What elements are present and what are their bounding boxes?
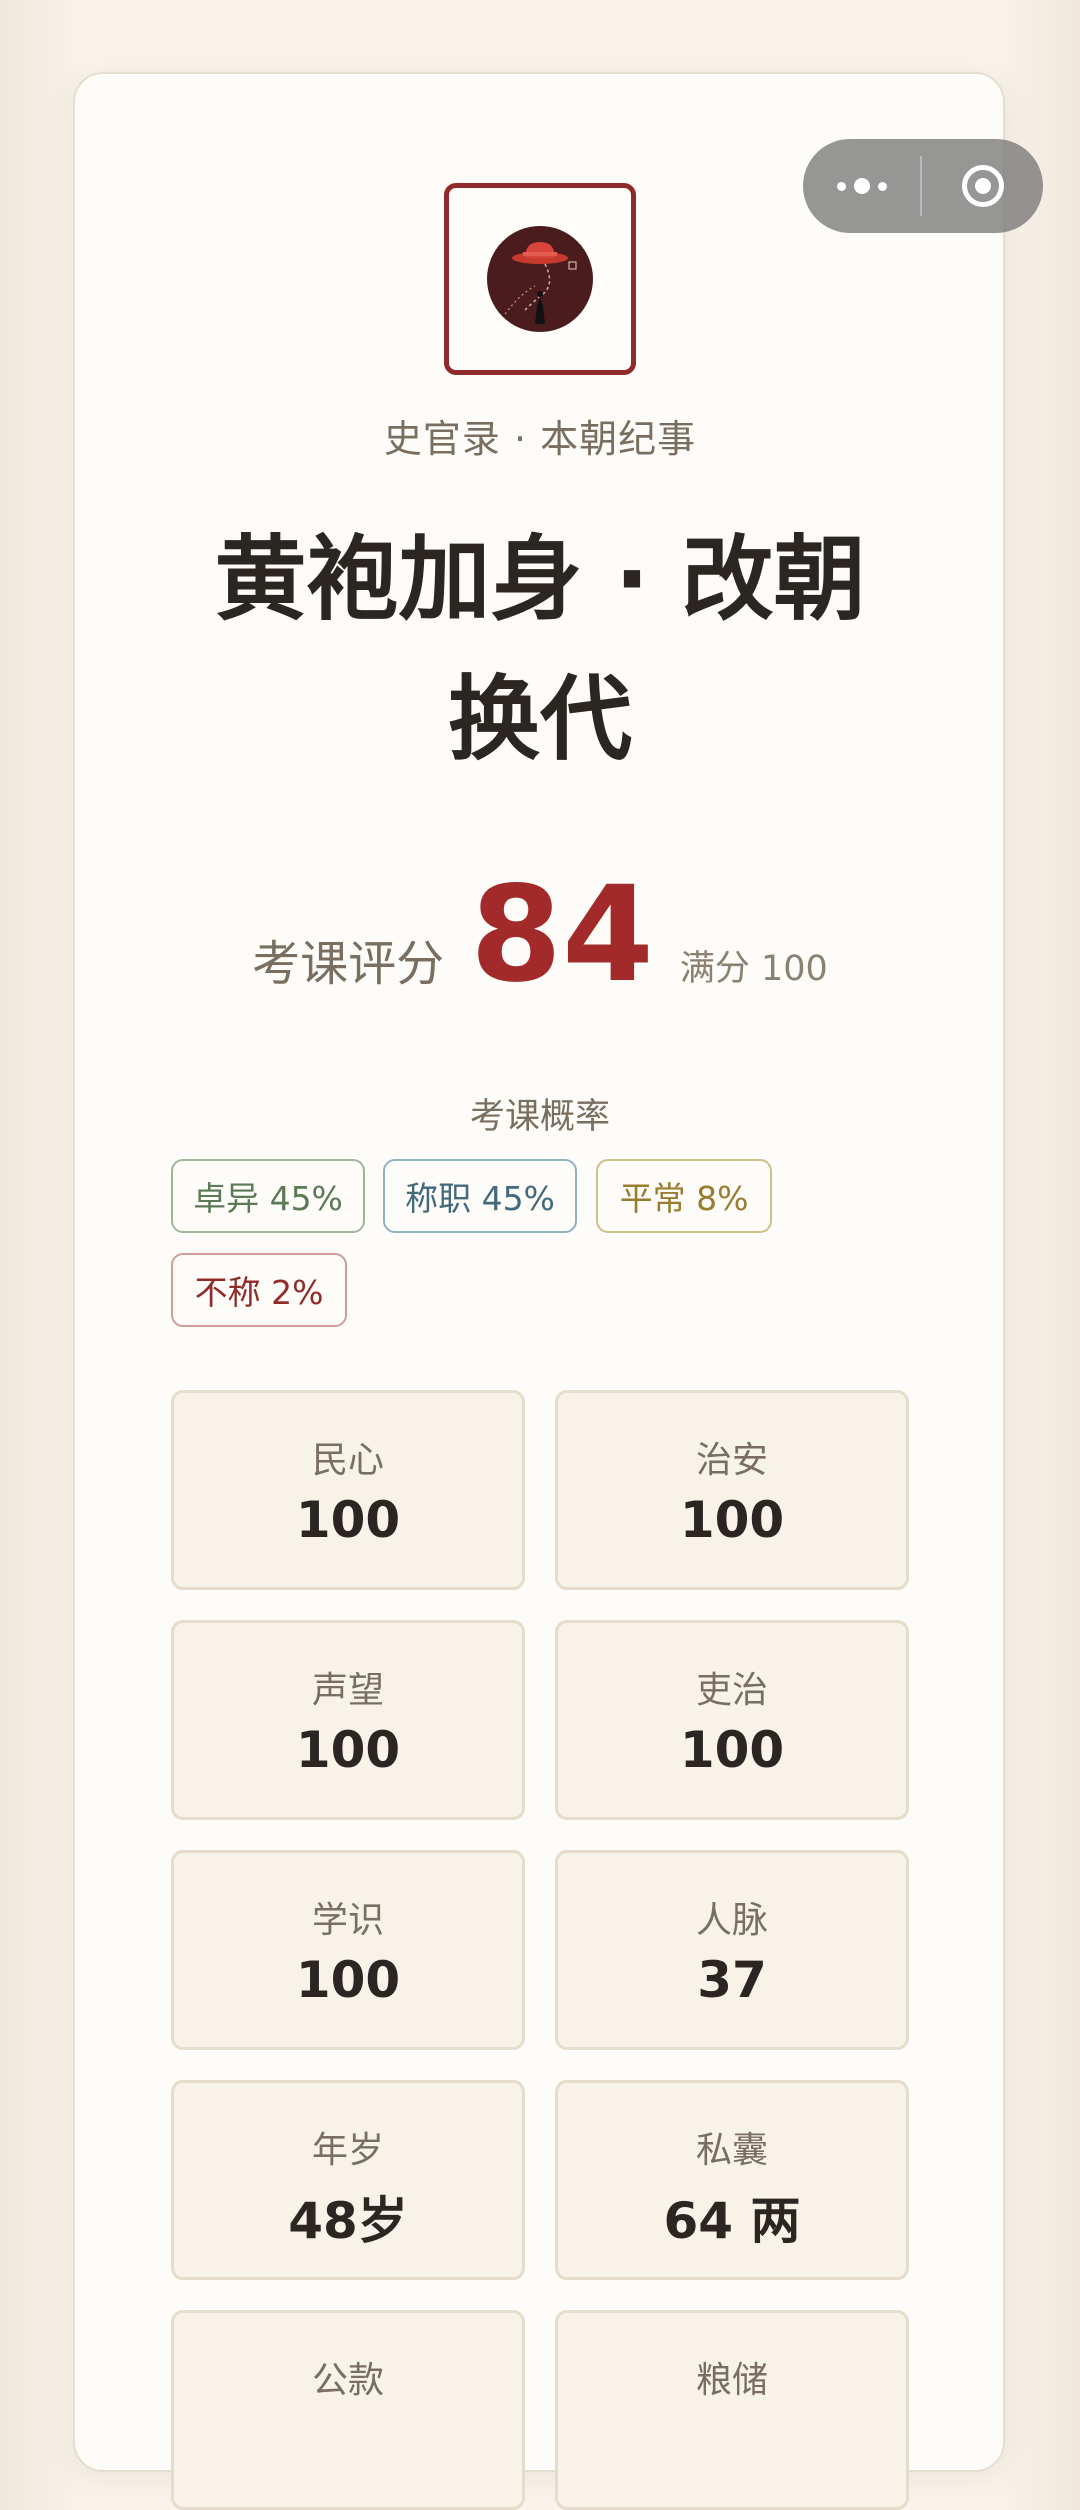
- stat-value: 37: [697, 1951, 767, 2009]
- stat-label: 公款: [311, 2360, 384, 2401]
- probability-title: 考课概率: [469, 1097, 610, 1137]
- stat-label: 吏治: [695, 1670, 768, 1711]
- hat-emblem-logo: [487, 226, 593, 332]
- more-dots-icon[interactable]: [803, 139, 920, 233]
- stat-label: 治安: [695, 1440, 768, 1481]
- stat-label: 民心: [311, 1440, 384, 1481]
- stat-card-private-purse: 私囊 64 两: [555, 2080, 909, 2280]
- stat-value: 100: [295, 1721, 401, 1779]
- probability-tag-unfit: 不称 2%: [171, 1253, 347, 1327]
- stat-value: 100: [679, 1721, 785, 1779]
- page-title: 黄袍加身 · 改朝换代: [214, 526, 866, 773]
- stat-label: 人脉: [695, 1900, 768, 1941]
- chronicle-subtitle: 史官录 · 本朝纪事: [383, 417, 697, 461]
- stat-card-grain-reserve: 粮储: [555, 2310, 909, 2510]
- stat-label: 粮储: [695, 2360, 768, 2401]
- probability-tag-competent: 称职 45%: [383, 1159, 577, 1233]
- score-label: 考课评分: [252, 936, 445, 992]
- stat-card-connections: 人脉 37: [555, 1850, 909, 2050]
- probability-tag-excellent: 卓异 45%: [171, 1159, 365, 1233]
- stat-card-age: 年岁 48岁: [171, 2080, 525, 2280]
- close-target-icon[interactable]: [922, 139, 1043, 233]
- stat-value: 100: [295, 1951, 401, 2009]
- stat-label: 声望: [311, 1670, 384, 1711]
- stat-label: 私囊: [695, 2130, 768, 2171]
- stat-value: 100: [295, 1491, 401, 1549]
- miniprogram-capsule: [803, 139, 1043, 233]
- stat-value: 100: [679, 1491, 785, 1549]
- stat-value: 48岁: [288, 2192, 408, 2250]
- stat-label: 学识: [311, 1900, 384, 1941]
- stat-card-reputation: 声望 100: [171, 1620, 525, 1820]
- score-value: 84: [470, 858, 654, 1012]
- stat-card-public-order: 治安 100: [555, 1390, 909, 1590]
- stat-card-public-funds: 公款: [171, 2310, 525, 2510]
- stat-card-learning: 学识 100: [171, 1850, 525, 2050]
- stat-label: 年岁: [311, 2130, 384, 2171]
- chronicle-logo: [444, 183, 636, 375]
- stat-card-administration: 吏治 100: [555, 1620, 909, 1820]
- stat-card-public-support: 民心 100: [171, 1390, 525, 1590]
- score-row: 考课评分 84 满分 100: [0, 858, 1080, 1012]
- score-max: 满分 100: [679, 949, 828, 989]
- stat-value: 64 两: [663, 2192, 801, 2250]
- probability-tag-ordinary: 平常 8%: [596, 1159, 772, 1233]
